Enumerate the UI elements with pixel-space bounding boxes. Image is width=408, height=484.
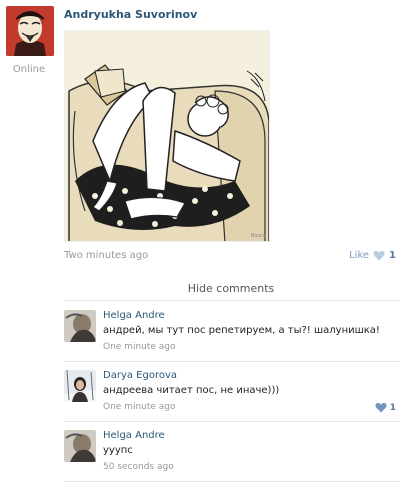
comment-text: андрей, мы тут пос репетируем, а ты?! ша… <box>103 325 380 336</box>
post-image[interactable]: Basco <box>64 30 270 242</box>
like-label: Like <box>349 250 370 261</box>
image-signature: Basco <box>251 233 266 239</box>
heart-icon <box>375 402 387 413</box>
comments-divider <box>64 300 400 301</box>
author-name[interactable]: Andryukha Suvorinov <box>64 8 197 21</box>
comment-timestamp[interactable]: One minute ago <box>103 342 176 352</box>
comment-text: андреева читает пос, не иначе))) <box>103 385 280 396</box>
comment-item: Helga Andre ууупс 50 seconds ago <box>64 422 400 478</box>
comment-item: Darya Egorova андреева читает пос, не ин… <box>64 362 400 418</box>
online-status: Online <box>12 64 46 75</box>
commenter-avatar[interactable] <box>64 310 96 342</box>
comment-timestamp[interactable]: 50 seconds ago <box>103 462 174 472</box>
post-like-button[interactable]: Like 1 <box>349 250 396 261</box>
commenter-name[interactable]: Helga Andre <box>103 430 165 441</box>
commenter-avatar[interactable] <box>64 370 96 402</box>
heart-icon <box>373 250 385 261</box>
comment-divider <box>64 481 400 482</box>
comment-timestamp[interactable]: One minute ago <box>103 402 176 412</box>
comment-like-button[interactable]: 1 <box>375 402 396 413</box>
comment-text: ууупс <box>103 445 133 456</box>
post-timestamp[interactable]: Two minutes ago <box>64 250 148 261</box>
commenter-avatar[interactable] <box>64 430 96 462</box>
comment-item: Helga Andre андрей, мы тут пос репетируе… <box>64 302 400 358</box>
comment-like-count: 1 <box>389 402 396 413</box>
commenter-name[interactable]: Helga Andre <box>103 310 165 321</box>
author-avatar[interactable] <box>6 6 54 56</box>
hide-comments-link[interactable]: Hide comments <box>64 282 398 295</box>
commenter-name[interactable]: Darya Egorova <box>103 370 177 381</box>
like-count: 1 <box>389 250 396 261</box>
